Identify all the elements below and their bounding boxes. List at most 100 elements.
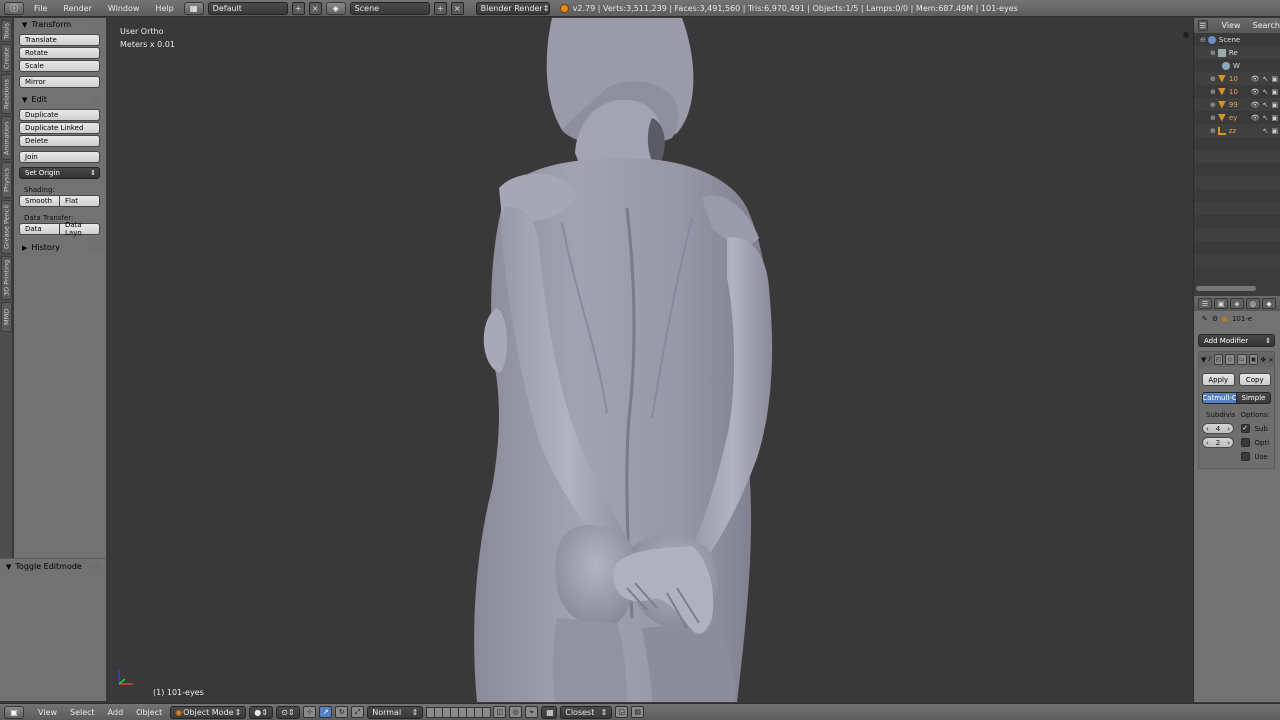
render-camera-icon[interactable]: ▣	[1271, 75, 1278, 83]
translate-button[interactable]: Translate	[19, 34, 100, 46]
menu-select[interactable]: Select	[65, 708, 100, 717]
add-scene-button[interactable]: +	[433, 1, 447, 15]
viewport-corner-grip[interactable]	[1183, 32, 1189, 38]
tab-create[interactable]: Create	[1, 44, 12, 72]
render-toggle-icon[interactable]: ▣	[1248, 354, 1259, 365]
copy-button[interactable]: Copy	[1238, 373, 1271, 386]
rotate-manipulator-icon[interactable]: ↻	[335, 706, 349, 718]
outliner-row-object[interactable]: ⊕ ey 👁 ↖ ▣	[1194, 111, 1280, 124]
scale-manipulator-icon[interactable]: ⤢	[351, 706, 365, 718]
select-arrow-icon[interactable]: ↖	[1263, 101, 1269, 109]
render-camera-icon[interactable]: ▣	[1271, 88, 1278, 96]
snap-target-dropdown[interactable]: Closest ⇕	[560, 705, 613, 719]
close-icon[interactable]: ×	[1268, 356, 1274, 364]
render-camera-icon[interactable]: ▣	[1271, 101, 1278, 109]
properties-editor-icon[interactable]: ☰	[1198, 298, 1212, 309]
translate-manipulator-icon[interactable]: ↗	[319, 706, 333, 718]
transform-panel-header[interactable]: ▼ Transform ∷∷	[14, 18, 106, 31]
drag-handle-icon[interactable]: ∷∷	[91, 563, 100, 571]
subdivide-uvs-option[interactable]: ✓ Sub	[1237, 423, 1272, 434]
data-layout-button[interactable]: Data Layo	[60, 221, 100, 237]
scene-tab-icon[interactable]: ◈	[1230, 298, 1244, 309]
decrement-icon[interactable]: ‹	[1206, 439, 1209, 447]
select-arrow-icon[interactable]: ↖	[1263, 114, 1269, 122]
snap-toggle-icon[interactable]: ⌖	[525, 706, 539, 718]
render-camera-icon[interactable]: ▣	[1271, 114, 1278, 122]
pivot-point-dropdown[interactable]: ⊙⇕	[276, 705, 301, 719]
proportional-edit-icon[interactable]: ◎	[509, 706, 523, 718]
checkbox-icon[interactable]	[1240, 452, 1250, 461]
toggle-editmode-header[interactable]: ▼ Toggle Editmode ∷∷	[0, 560, 106, 573]
tab-mmd[interactable]: MMD	[1, 302, 12, 332]
delete-button[interactable]: Delete	[19, 135, 100, 147]
menu-object[interactable]: Object	[131, 708, 167, 717]
menu-add[interactable]: Add	[103, 708, 129, 717]
viewport-shading-dropdown[interactable]: ●⇕	[249, 705, 274, 719]
remove-layout-button[interactable]: ×	[308, 1, 322, 15]
menu-help[interactable]: Help	[149, 4, 179, 13]
catmull-clark-option[interactable]: Catmull-C	[1202, 392, 1237, 404]
tab-relations[interactable]: Relations	[1, 74, 12, 114]
add-modifier-dropdown[interactable]: Add Modifier ⇕	[1198, 334, 1275, 347]
edit-mode-toggle-icon[interactable]: ◰	[1213, 354, 1224, 365]
tab-3d-printing[interactable]: 3D Printing	[1, 256, 12, 300]
select-arrow-icon[interactable]: ↖	[1263, 88, 1269, 96]
rotate-button[interactable]: Rotate	[19, 47, 100, 59]
outliner-editor-icon[interactable]: ☰	[1198, 20, 1208, 31]
lock-layers-icon[interactable]: ◫	[493, 706, 507, 718]
drag-handle-icon[interactable]: ∷∷	[91, 21, 100, 29]
menu-view[interactable]: View	[33, 708, 62, 717]
character-model[interactable]	[107, 18, 1192, 702]
flat-button[interactable]: Flat	[60, 195, 100, 207]
scene-field[interactable]: Scene	[349, 1, 430, 15]
scene-icon[interactable]: ◈	[325, 1, 346, 15]
view-levels-field[interactable]: ‹ 4 ›	[1202, 423, 1234, 434]
add-layout-button[interactable]: +	[291, 1, 305, 15]
menu-render[interactable]: Render	[57, 4, 97, 13]
apply-button[interactable]: Apply	[1202, 373, 1235, 386]
outliner-row-render-layers[interactable]: ⊕ Re	[1194, 46, 1280, 59]
move-modifier-icon[interactable]: ✥	[1260, 356, 1266, 364]
drag-handle-icon[interactable]: ∷∷	[91, 244, 100, 252]
select-arrow-icon[interactable]: ↖	[1263, 75, 1269, 83]
pin-icon[interactable]: ✎	[1202, 315, 1208, 323]
outliner-search-menu[interactable]: Search	[1253, 21, 1280, 30]
drag-handle-icon[interactable]: ∷∷	[91, 96, 100, 104]
render-camera-icon[interactable]: ▣	[1271, 127, 1278, 135]
join-button[interactable]: Join	[19, 151, 100, 163]
increment-icon[interactable]: ›	[1227, 439, 1230, 447]
visibility-eye-icon[interactable]: 👁	[1251, 101, 1260, 109]
visibility-eye-icon[interactable]: 👁	[1251, 75, 1260, 83]
decrement-icon[interactable]: ‹	[1206, 425, 1209, 433]
outliner-scrollbar[interactable]	[1196, 286, 1256, 291]
outliner-row-object[interactable]: ⊕ 99 👁 ↖ ▣	[1194, 98, 1280, 111]
visibility-eye-icon[interactable]: 👁	[1251, 88, 1260, 96]
use-opensubdiv-option[interactable]: Use	[1237, 451, 1272, 462]
mirror-button[interactable]: Mirror	[19, 76, 100, 88]
outliner-row-scene[interactable]: ⊖ Scene	[1194, 33, 1280, 46]
cage-toggle-icon[interactable]: ◇	[1225, 354, 1235, 365]
3d-viewport[interactable]: User Ortho Meters x 0.01 (1) 101-eyes	[107, 18, 1192, 702]
set-origin-dropdown[interactable]: Set Origin ⇕	[19, 167, 100, 179]
checkbox-checked-icon[interactable]: ✓	[1240, 424, 1250, 433]
info-editor-icon[interactable]: ⓘ	[4, 1, 24, 15]
object-tab-icon[interactable]: ◆	[1262, 298, 1276, 309]
screen-layout-icon[interactable]: ▦	[183, 1, 204, 15]
select-arrow-icon[interactable]: ↖	[1263, 127, 1269, 135]
outliner-row-world[interactable]: W	[1194, 59, 1280, 72]
snap-element-dropdown[interactable]: ▦	[541, 705, 558, 719]
tab-grease-pencil[interactable]: Grease Pencil	[1, 200, 12, 254]
smooth-button[interactable]: Smooth	[19, 195, 60, 207]
3d-view-editor-icon[interactable]: ▣	[4, 705, 24, 719]
opengl-render-icon[interactable]: ◲	[615, 706, 629, 718]
outliner-view-menu[interactable]: View	[1222, 21, 1241, 30]
outliner-row-object[interactable]: ⊕ 10 👁 ↖ ▣	[1194, 85, 1280, 98]
tab-animation[interactable]: Animation	[1, 116, 12, 160]
transform-orientation-dropdown[interactable]: Normal ⇕	[367, 705, 424, 719]
simple-option[interactable]: Simple	[1237, 392, 1271, 404]
edit-panel-header[interactable]: ▼ Edit ∷∷	[14, 93, 106, 106]
layer-buttons[interactable]	[426, 706, 492, 718]
data-button[interactable]: Data	[19, 223, 60, 235]
world-tab-icon[interactable]: ◍	[1246, 298, 1260, 309]
history-panel-header[interactable]: ▶ History ∷∷	[14, 241, 106, 254]
